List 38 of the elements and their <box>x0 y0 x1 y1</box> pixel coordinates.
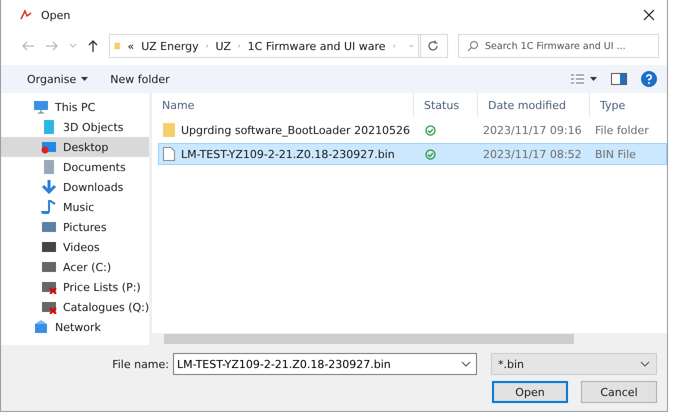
file-name: LM-TEST-YZ109-2-21.Z0.18-230927.bin <box>181 148 395 160</box>
organise-button[interactable]: Organise <box>23 70 92 88</box>
type-cell-text: BIN File <box>594 148 637 160</box>
column-header[interactable]: Date modified <box>478 93 590 117</box>
sidebar-item[interactable]: Documents <box>1 157 150 177</box>
column-header[interactable]: Name <box>152 93 414 117</box>
sidebar-item[interactable]: Music <box>1 197 150 217</box>
breadcrumb-item[interactable]: UZ <box>215 40 231 52</box>
column-header[interactable]: Type <box>590 93 667 117</box>
sidebar-item[interactable]: Downloads <box>1 177 150 197</box>
sidebar-item[interactable]: Desktop <box>1 137 150 157</box>
sidebar-item[interactable]: Price Lists (P:) <box>1 277 150 297</box>
file-name-field[interactable]: LM-TEST-YZ109-2-21.Z0.18-230927.bin <box>173 353 477 375</box>
sidebar-item[interactable]: Videos <box>1 237 150 257</box>
breadcrumb-item[interactable]: UZ Energy <box>141 40 199 52</box>
file-row[interactable]: LM-TEST-YZ109-2-21.Z0.18-230927.bin 2023/11/17 08:52 BIN File <box>158 143 667 165</box>
sidebar-item[interactable]: Network <box>1 317 150 337</box>
sidebar-item[interactable]: Acer (C:) <box>1 257 150 277</box>
sidebar-item[interactable]: 3D Objects <box>1 117 150 137</box>
file-row[interactable]: Upgrding software_BootLoader 20210526 2023/11/17 09:16 File folder <box>158 119 667 141</box>
sidebar-item[interactable]: Pictures <box>1 217 150 237</box>
column-header[interactable]: Status <box>414 93 478 117</box>
breadcrumb-item[interactable]: « <box>128 40 134 52</box>
sidebar-item[interactable]: Catalogues (Q:) <box>1 297 150 317</box>
search-field[interactable]: Search 1C Firmware and UI ... <box>458 34 659 58</box>
open-button[interactable]: Open <box>492 381 568 403</box>
cancel-button[interactable]: Cancel <box>581 381 657 403</box>
new-folder-button[interactable]: New folder <box>106 70 174 88</box>
file-name-label: File name: <box>112 358 169 370</box>
window-title: Open <box>41 8 70 22</box>
file-type-dropdown[interactable]: *.bin <box>491 353 657 375</box>
breadcrumb-item[interactable]: 1C Firmware and UI ware <box>248 40 386 52</box>
address-bar[interactable]: « UZ Energy UZ 1C Firmware and UI ware <box>109 34 421 58</box>
file-name: Upgrding software_BootLoader 20210526 <box>181 124 410 136</box>
sidebar-item[interactable]: This PC <box>1 97 150 117</box>
date-cell-text: 2023/11/17 09:16 <box>482 124 583 136</box>
date-cell-text: 2023/11/17 08:52 <box>482 148 583 160</box>
type-cell-text: File folder <box>594 124 650 136</box>
